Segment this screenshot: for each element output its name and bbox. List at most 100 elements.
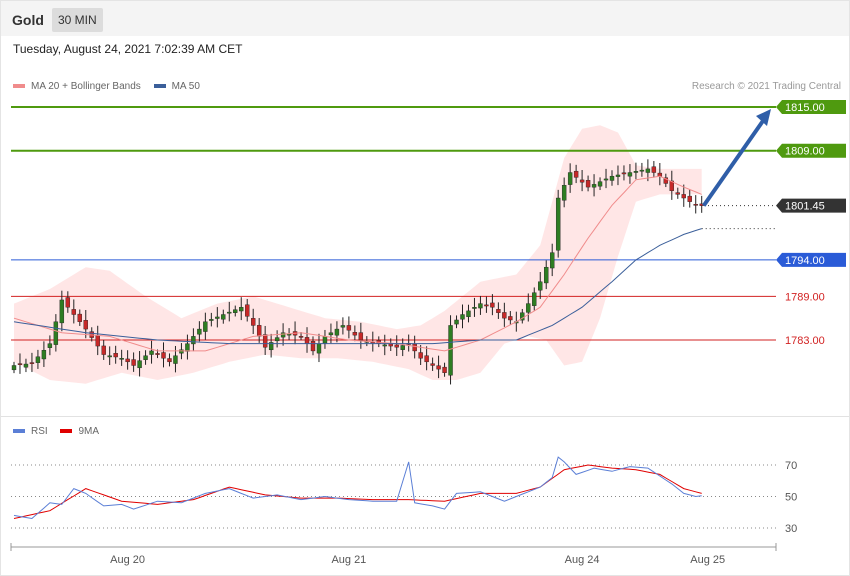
candle-body bbox=[298, 336, 304, 338]
candle-body bbox=[167, 358, 172, 363]
candle-body bbox=[29, 362, 35, 364]
level-label: 1783.00 bbox=[785, 335, 825, 347]
candle-body bbox=[119, 358, 124, 360]
candle-body bbox=[579, 179, 585, 183]
candle-body bbox=[400, 345, 405, 350]
candle-body bbox=[675, 192, 680, 195]
candle-body bbox=[71, 309, 77, 315]
candle-body bbox=[382, 344, 387, 347]
candle-body bbox=[484, 304, 489, 307]
candle-body bbox=[155, 353, 160, 355]
candle-body bbox=[466, 310, 471, 318]
candle-body bbox=[651, 166, 657, 173]
candle-body bbox=[388, 343, 393, 347]
candle-body bbox=[538, 281, 543, 291]
candle-body bbox=[328, 332, 334, 336]
candle-body bbox=[11, 365, 17, 371]
candle-body bbox=[681, 194, 686, 199]
candle bbox=[11, 361, 17, 374]
candle-body bbox=[35, 356, 41, 363]
candle-body bbox=[101, 345, 106, 355]
candle-body bbox=[573, 170, 579, 178]
candle-body bbox=[227, 311, 232, 314]
candle-body bbox=[233, 309, 238, 313]
candle-body bbox=[472, 307, 477, 309]
candle-body bbox=[442, 366, 447, 373]
candle-body bbox=[77, 313, 82, 322]
candle-body bbox=[191, 336, 196, 345]
candle-body bbox=[316, 343, 322, 354]
candle-body bbox=[394, 344, 399, 348]
candle-body bbox=[645, 168, 651, 173]
candle-body bbox=[585, 180, 591, 188]
candle-body bbox=[352, 332, 358, 336]
candle-body bbox=[274, 337, 280, 342]
bollinger-band bbox=[14, 125, 702, 384]
candle-body bbox=[496, 309, 501, 313]
candle-body bbox=[639, 169, 645, 172]
candle-body bbox=[490, 302, 495, 308]
candle-body bbox=[436, 365, 441, 370]
x-tick-label: Aug 25 bbox=[690, 554, 725, 566]
candle-body bbox=[591, 184, 597, 188]
candle-body bbox=[508, 316, 513, 321]
candle-body bbox=[430, 363, 435, 366]
candle-body bbox=[412, 343, 417, 352]
x-tick-label: Aug 20 bbox=[110, 554, 145, 566]
candle-body bbox=[17, 363, 23, 365]
candle-body bbox=[310, 341, 316, 352]
candle-body bbox=[185, 343, 190, 352]
candle-body bbox=[322, 336, 328, 344]
price-chart[interactable]: 1815.00 1809.00 1801.45 1794.00 1789.00 1783.… bbox=[0, 0, 850, 576]
candle-body bbox=[203, 321, 208, 332]
candle-body bbox=[173, 355, 178, 364]
candle-body bbox=[107, 355, 112, 358]
candle-body bbox=[555, 197, 561, 251]
candle-body bbox=[149, 350, 154, 355]
candle-body bbox=[239, 307, 244, 312]
level-1801.45: 1801.45 bbox=[708, 198, 846, 213]
candle-body bbox=[221, 314, 226, 320]
level-label: 1801.45 bbox=[785, 201, 825, 213]
candle-body bbox=[603, 178, 609, 181]
candle-body bbox=[280, 332, 286, 338]
candle bbox=[693, 195, 698, 214]
level-label: 1809.00 bbox=[785, 146, 825, 158]
candle-body bbox=[23, 363, 29, 368]
candle-body bbox=[143, 355, 148, 360]
rsi-level-label: 30 bbox=[785, 523, 797, 535]
candle-body bbox=[161, 352, 166, 359]
candle-body bbox=[262, 334, 268, 348]
level-1794.00: 1794.00 bbox=[11, 252, 846, 267]
rsi-level-label: 50 bbox=[785, 492, 797, 504]
candle-body bbox=[209, 319, 214, 321]
candle-body bbox=[561, 185, 567, 201]
candle-body bbox=[113, 353, 118, 358]
candle-body bbox=[59, 299, 65, 324]
candle-body bbox=[567, 172, 573, 185]
candle-body bbox=[544, 266, 549, 284]
candle-body bbox=[621, 172, 627, 175]
candle-body bbox=[532, 292, 537, 306]
level-label: 1815.00 bbox=[785, 102, 825, 114]
level-label: 1794.00 bbox=[785, 255, 825, 267]
candle-body bbox=[47, 343, 53, 348]
candle-body bbox=[693, 203, 698, 206]
candle-body bbox=[550, 252, 555, 269]
candle-body bbox=[358, 332, 364, 341]
candle-body bbox=[633, 171, 639, 173]
level-label: 1789.00 bbox=[785, 291, 825, 303]
candle-body bbox=[597, 181, 603, 187]
candle-body bbox=[131, 359, 136, 366]
candle-body bbox=[197, 328, 202, 335]
candle-body bbox=[65, 297, 71, 308]
candle-body bbox=[478, 303, 483, 309]
candle-body bbox=[687, 195, 692, 202]
candle-body bbox=[215, 316, 220, 319]
candle-body bbox=[256, 325, 262, 337]
candle-body bbox=[95, 335, 100, 347]
rsi-level-label: 70 bbox=[785, 460, 797, 472]
candle-body bbox=[179, 349, 184, 354]
candle-body bbox=[304, 337, 310, 344]
candle-body bbox=[418, 352, 423, 359]
